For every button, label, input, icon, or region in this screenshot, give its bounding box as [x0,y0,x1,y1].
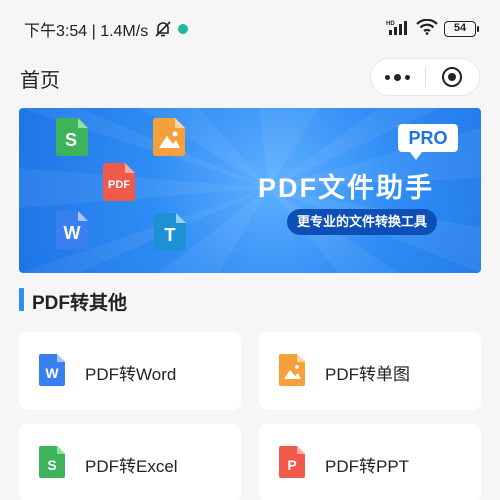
page-title: 首页 [20,70,60,92]
tile-label: PDF转单图 [325,365,410,384]
ppt-doc-letter: P [287,457,296,473]
section-accent-bar [19,288,24,311]
status-right: HD 54 [386,18,479,40]
target-close-icon [442,67,463,87]
wifi-icon [416,18,438,40]
excel-file-letter: S [65,130,77,150]
word-file-icon: W [56,211,88,249]
excel-file-icon: S [56,118,88,156]
excel-doc-icon: S [39,446,65,478]
tile-label: PDF转PPT [325,457,410,476]
word-doc-icon: W [39,354,65,386]
image-doc-icon [279,354,305,386]
app-indicator-icon [178,24,189,34]
banner-title: PDF文件助手 [258,173,434,203]
section-title: PDF转其他 [32,293,128,314]
banner-subtitle: 更专业的文件转换工具 [287,209,438,235]
mini-program-capsule [370,58,480,96]
ppt-doc-icon: P [279,446,305,478]
tile-pdf-to-excel[interactable]: S PDF转Excel [19,424,241,500]
nav-bar: 首页 [0,58,500,98]
word-doc-letter: W [45,365,59,381]
tile-pdf-to-word[interactable]: W PDF转Word [19,332,241,410]
pro-badge: PRO [398,124,458,160]
image-file-icon [153,118,185,156]
more-dots-icon [385,73,411,81]
pdf-file-letter: PDF [108,179,130,191]
text-file-icon: T [154,213,186,251]
status-bar: 下午3:54 | 1.4M/s HD 54 [0,0,500,58]
more-button[interactable] [371,59,425,95]
tile-label: PDF转Word [85,365,177,384]
excel-doc-letter: S [47,457,56,473]
text-file-letter: T [165,225,176,245]
tile-pdf-to-ppt[interactable]: P PDF转PPT [259,424,481,500]
pdf-file-icon: PDF [103,163,135,201]
battery-icon: 54 [444,21,479,37]
close-program-button[interactable] [426,59,480,95]
tile-label: PDF转Excel [85,457,178,476]
bell-off-icon [154,20,172,38]
tile-pdf-to-image[interactable]: PDF转单图 [259,332,481,410]
network-label: HD [386,21,395,27]
status-time-speed: 下午3:54 | 1.4M/s [24,23,149,40]
signal-icon: HD [386,19,410,40]
status-left: 下午3:54 | 1.4M/s [24,17,189,41]
word-file-letter: W [64,223,81,243]
